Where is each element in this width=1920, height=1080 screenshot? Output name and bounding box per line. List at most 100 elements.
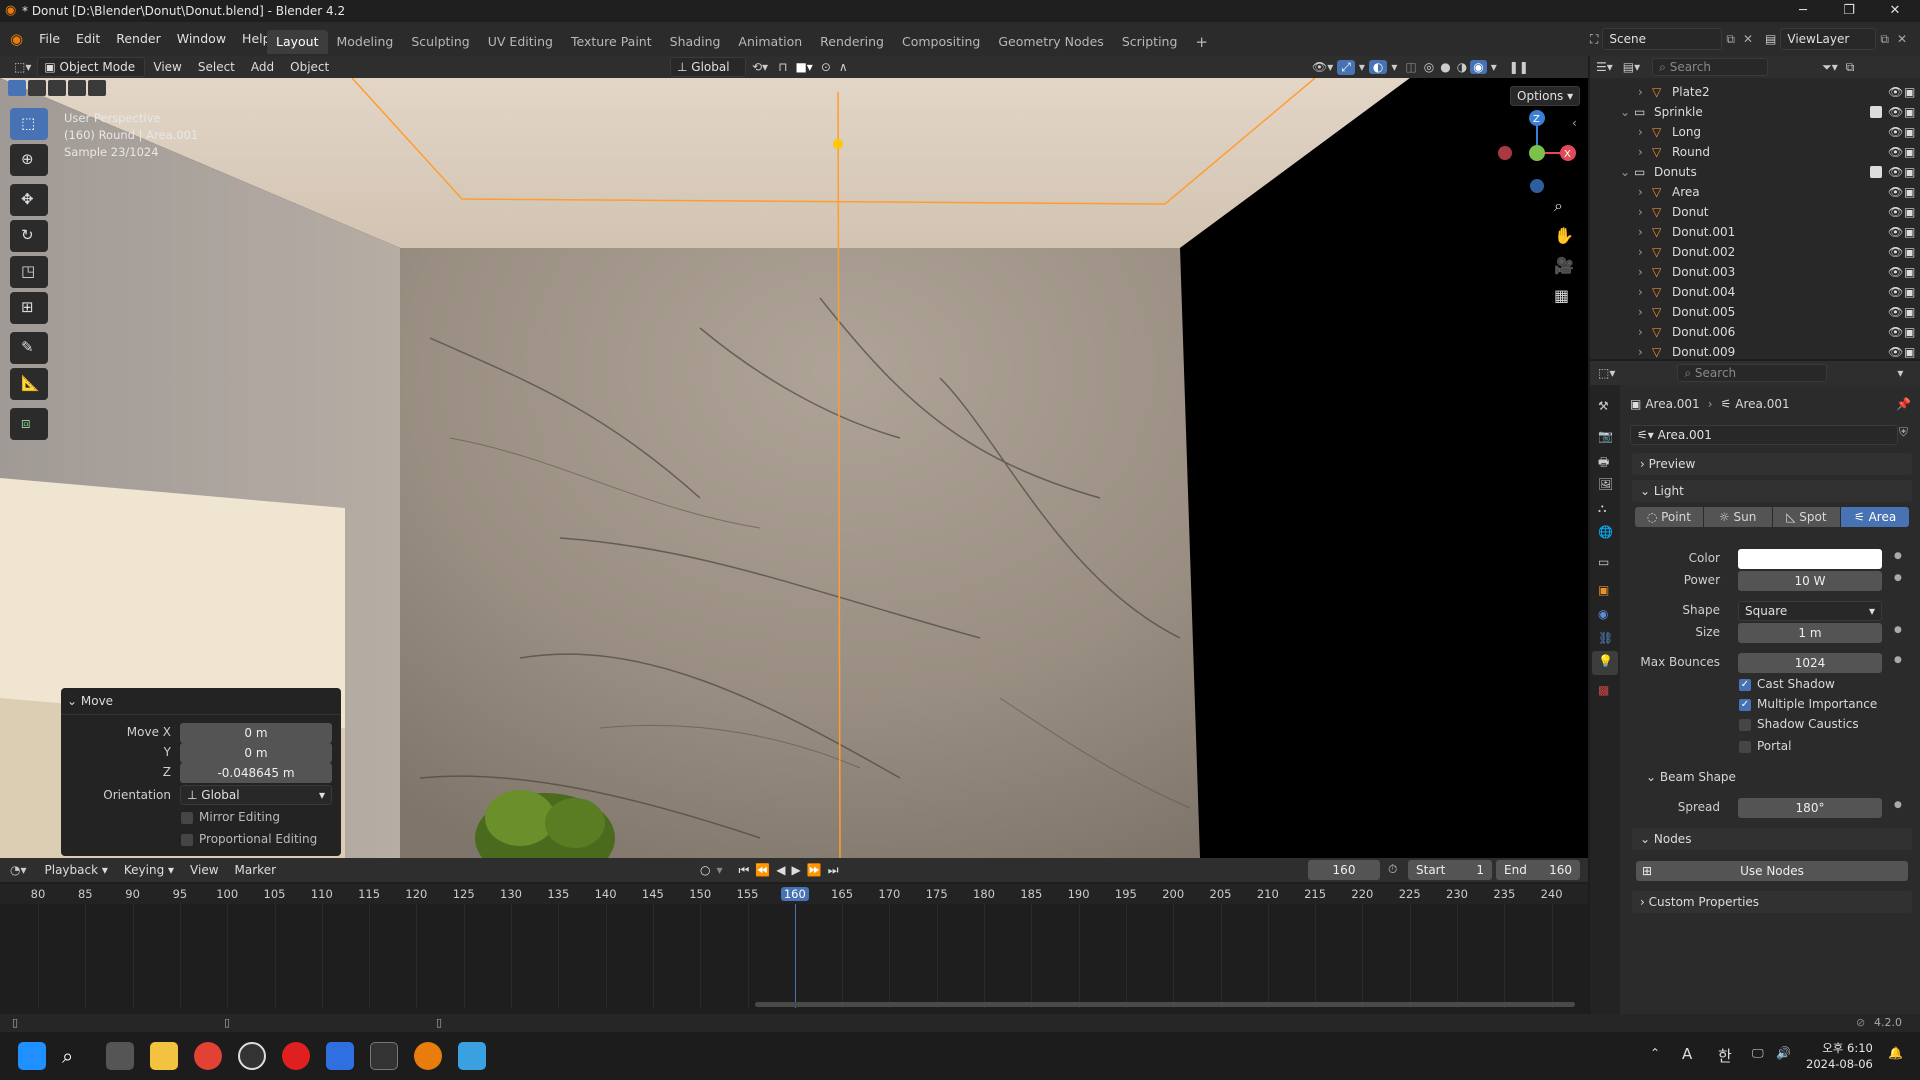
outliner-row[interactable]: ⌄ ▭ Donuts 👁 ▣ <box>1590 162 1920 182</box>
menu-edit[interactable]: Edit <box>68 22 108 56</box>
shading-material-icon[interactable]: ◑ <box>1454 60 1470 74</box>
mode-selector[interactable]: ▣ Object Mode▾ <box>37 57 146 92</box>
eye-icon[interactable]: 👁 <box>1888 262 1903 282</box>
render-camera-icon[interactable]: ▣ <box>1904 302 1915 322</box>
start-frame-field[interactable]: Start 1 <box>1408 860 1492 880</box>
proportional-editing-checkbox[interactable] <box>181 834 193 846</box>
eye-icon[interactable]: 👁 <box>1888 222 1903 242</box>
mirror-editing-checkbox[interactable] <box>181 812 193 824</box>
outliner-row[interactable]: › ▽ Area 👁 ▣ <box>1590 182 1920 202</box>
spread-keyframe-icon[interactable]: ● <box>1894 800 1902 810</box>
multiple-importance-checkbox[interactable]: ✓ <box>1739 699 1751 711</box>
network-icon[interactable]: 🖵 <box>1752 1046 1764 1061</box>
view-layer-remove-icon[interactable]: ✕ <box>1893 32 1911 46</box>
properties-editor-type-icon[interactable]: ⬚▾ <box>1590 366 1623 380</box>
render-camera-icon[interactable]: ▣ <box>1904 102 1915 122</box>
timeline-menu-view[interactable]: View <box>182 863 226 877</box>
preview-panel-header[interactable]: › Preview <box>1632 453 1912 475</box>
exclude-checkbox[interactable] <box>1870 166 1882 178</box>
shading-rendered-icon[interactable]: ◉ <box>1470 60 1487 74</box>
tool-select-box[interactable]: ⬚ <box>10 108 48 140</box>
power-keyframe-icon[interactable]: ● <box>1894 573 1902 583</box>
new-collection-icon[interactable]: ⧉ <box>1846 60 1855 75</box>
outliner-row[interactable]: › ▽ Donut.005 👁 ▣ <box>1590 302 1920 322</box>
pause-render-icon[interactable]: ❚❚ <box>1505 60 1533 74</box>
xray-icon[interactable]: ◫ <box>1401 60 1420 74</box>
nodes-panel-header[interactable]: ⌄ Nodes <box>1632 828 1912 850</box>
minimize-icon[interactable]: ─ <box>1780 0 1826 22</box>
select-new-icon[interactable] <box>8 80 26 96</box>
tab-geometry-nodes[interactable]: Geometry Nodes <box>989 30 1112 54</box>
end-frame-field[interactable]: End 160 <box>1496 860 1580 880</box>
light-type-point[interactable]: ◌ Point <box>1635 507 1703 527</box>
visibility-icon[interactable]: 👁▾ <box>1308 60 1337 74</box>
render-camera-icon[interactable]: ▣ <box>1904 242 1915 262</box>
collection-tab-icon[interactable]: ▭ <box>1598 555 1609 569</box>
overlay-toggle-icon[interactable]: ◐ <box>1368 60 1388 74</box>
terminal-icon[interactable] <box>370 1042 398 1070</box>
eye-icon[interactable]: 👁 <box>1888 322 1903 342</box>
object-tab-icon[interactable]: ▣ <box>1598 583 1609 597</box>
properties-search-input[interactable]: ⌕ Search <box>1677 364 1828 382</box>
tray-chevron-icon[interactable]: ⌃ <box>1650 1046 1660 1060</box>
operator-panel-header[interactable]: ⌄ Move <box>67 694 113 708</box>
collapse-chevron-icon[interactable]: ⌄ <box>1620 102 1630 122</box>
size-keyframe-icon[interactable]: ● <box>1894 625 1902 635</box>
view-layer-tab-icon[interactable]: 🖼 <box>1598 477 1613 491</box>
tool-scale[interactable]: ◳ <box>10 256 48 288</box>
move-x-field[interactable]: 0 m <box>180 723 332 743</box>
expand-chevron-icon[interactable]: › <box>1638 122 1643 142</box>
pan-hand-icon[interactable]: ✋ <box>1554 226 1574 245</box>
viewport-menu-object[interactable]: Object <box>282 60 337 74</box>
notification-bell-icon[interactable]: 🔔 <box>1888 1046 1903 1060</box>
world-tab-icon[interactable]: 🌐 <box>1598 525 1613 539</box>
3d-viewport[interactable]: User Perspective (160) Round | Area.001 … <box>0 78 1588 858</box>
eye-icon[interactable]: 👁 <box>1888 82 1903 102</box>
select-subtract-icon[interactable] <box>48 80 66 96</box>
play-icon[interactable]: ▶ <box>792 863 801 877</box>
tab-animation[interactable]: Animation <box>729 30 811 54</box>
media-player-icon[interactable] <box>238 1042 266 1070</box>
chrome-icon[interactable] <box>194 1042 222 1070</box>
render-camera-icon[interactable]: ▣ <box>1904 122 1915 142</box>
expand-chevron-icon[interactable]: › <box>1638 222 1643 242</box>
expand-chevron-icon[interactable]: › <box>1638 82 1643 102</box>
blender-taskbar-icon[interactable] <box>414 1042 442 1070</box>
texture-tab-icon[interactable]: ▩ <box>1598 683 1609 697</box>
gizmo-neg-z-icon[interactable] <box>1530 179 1544 193</box>
render-camera-icon[interactable]: ▣ <box>1904 322 1915 342</box>
power-field[interactable]: 10 W <box>1738 571 1882 591</box>
display-mode-icon[interactable]: ▤▾ <box>1619 60 1644 74</box>
tool-annotate[interactable]: ✎ <box>10 332 48 364</box>
viewport-menu-view[interactable]: View <box>145 60 189 74</box>
outliner-row[interactable]: › ▽ Donut.004 👁 ▣ <box>1590 282 1920 302</box>
tool-tab-icon[interactable]: ⚒ <box>1598 399 1609 413</box>
render-camera-icon[interactable]: ▣ <box>1904 142 1915 162</box>
eye-icon[interactable]: 👁 <box>1888 242 1903 262</box>
overlay-dropdown-icon[interactable]: ▾ <box>1387 60 1401 74</box>
expand-chevron-icon[interactable]: › <box>1638 242 1643 262</box>
expand-chevron-icon[interactable]: › <box>1638 322 1643 342</box>
add-workspace-icon[interactable]: + <box>1186 30 1217 54</box>
transform-orientation-selector[interactable]: ⊥ Global ▾ <box>670 57 746 92</box>
jump-end-icon[interactable]: ⏭ <box>828 863 839 878</box>
eye-icon[interactable]: 👁 <box>1888 182 1903 202</box>
outliner-row[interactable]: › ▽ Donut.009 👁 ▣ <box>1590 342 1920 362</box>
timeline-editor-type-icon[interactable]: ◔▾ <box>0 863 37 877</box>
shading-solid-icon[interactable]: ● <box>1437 60 1453 74</box>
data-tab[interactable]: 💡 <box>1592 651 1618 675</box>
perspective-toggle-icon[interactable]: ▦ <box>1554 286 1569 305</box>
render-camera-icon[interactable]: ▣ <box>1904 82 1915 102</box>
editor-type-icon[interactable]: ⬚▾ <box>8 60 37 74</box>
ime-korean-label[interactable]: 한 <box>1718 1045 1732 1066</box>
outliner-row[interactable]: › ▽ Round 👁 ▣ <box>1590 142 1920 162</box>
constraints-tab-icon[interactable]: ⛓ <box>1598 631 1613 645</box>
falloff-icon[interactable]: ∧ <box>835 60 852 74</box>
select-extend-icon[interactable] <box>28 80 46 96</box>
outliner-row[interactable]: › ▽ Donut.006 👁 ▣ <box>1590 322 1920 342</box>
light-panel-header[interactable]: ⌄ Light <box>1632 480 1912 502</box>
render-camera-icon[interactable]: ▣ <box>1904 342 1915 362</box>
properties-options-icon[interactable]: ▾ <box>1897 366 1903 380</box>
collapse-chevron-icon[interactable]: ⌄ <box>1620 162 1630 182</box>
tab-layout[interactable]: Layout <box>267 30 328 54</box>
